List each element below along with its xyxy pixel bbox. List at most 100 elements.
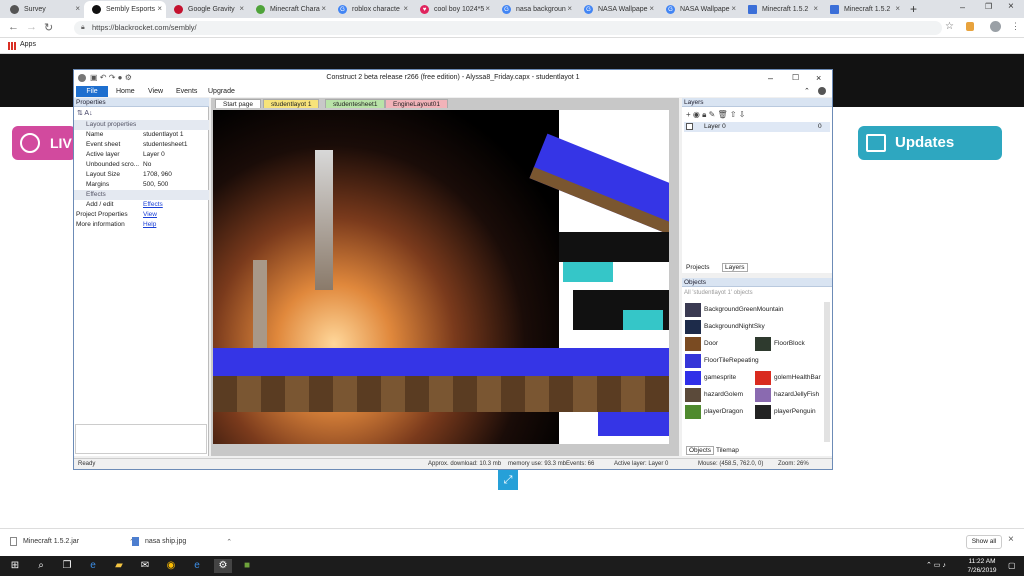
clock-time[interactable]: 11:22 AM	[962, 558, 1002, 565]
extension-icon[interactable]	[966, 22, 974, 31]
object-item[interactable]: BackgroundNightSky	[685, 319, 765, 335]
layout-properties-section[interactable]: Layout properties	[74, 120, 209, 130]
reload-icon[interactable]: ↻	[44, 21, 53, 34]
chevron-up-icon[interactable]: ⌃	[226, 538, 232, 546]
browser-tab[interactable]: ♥ cool boy 1024*5 ×	[412, 1, 494, 18]
prop-row[interactable]: More information Help	[74, 220, 209, 230]
prop-row[interactable]: Active layer Layer 0	[74, 150, 209, 160]
browser-tab[interactable]: Google Gravity ×	[166, 1, 248, 18]
events-tab[interactable]: Events	[176, 86, 197, 97]
close-icon[interactable]: ×	[239, 4, 244, 13]
close-icon[interactable]: ×	[157, 4, 162, 13]
construct-taskbar-icon[interactable]: ⚙	[214, 559, 232, 573]
browser-tab[interactable]: Survey ×	[2, 1, 84, 18]
browser-tab-active[interactable]: Sembly Esports ×	[84, 1, 166, 18]
quick-access-toolbar[interactable]: ▣ ↶ ↷ ● ⚙	[90, 70, 132, 86]
close-icon[interactable]: ×	[649, 4, 654, 13]
doc-tab[interactable]: Start page	[215, 99, 261, 108]
apps-grid-icon[interactable]	[8, 42, 16, 50]
close-icon[interactable]: ×	[485, 4, 490, 13]
ie-icon[interactable]: e	[190, 559, 204, 573]
object-item[interactable]: playerDragon	[685, 404, 743, 420]
maximize-icon[interactable]: ☐	[792, 70, 799, 86]
file-explorer-icon[interactable]: ▰	[112, 559, 126, 573]
close-icon[interactable]: ×	[895, 4, 900, 13]
doc-tab[interactable]: studentesheet1	[325, 99, 386, 108]
object-item[interactable]: FloorTileRepeating	[685, 353, 759, 369]
profile-avatar[interactable]	[990, 21, 1001, 32]
restore-icon[interactable]: ❐	[985, 2, 992, 11]
close-icon[interactable]: ×	[731, 4, 736, 13]
live-button[interactable]: LIV	[12, 126, 76, 160]
view-tab[interactable]: View	[148, 86, 163, 97]
doc-tab[interactable]: EngineLayout01	[385, 99, 448, 108]
collapse-icon[interactable]: ⌃	[804, 87, 810, 95]
task-view-icon[interactable]: ❐	[60, 559, 74, 573]
clock-date[interactable]: 7/26/2019	[962, 567, 1002, 574]
close-downloads-icon[interactable]: ×	[1008, 534, 1014, 545]
layer-row[interactable]: Layer 0 0	[684, 122, 830, 132]
object-item[interactable]: Door	[685, 336, 718, 352]
projects-tab[interactable]: Projects	[686, 264, 709, 271]
mail-icon[interactable]: ✉	[138, 559, 152, 573]
close-icon[interactable]: ×	[567, 4, 572, 13]
back-icon[interactable]: ←	[8, 21, 19, 33]
apps-link[interactable]: Apps	[20, 41, 36, 48]
help-icon[interactable]	[818, 87, 826, 95]
menu-icon[interactable]: ⋮	[1011, 21, 1020, 32]
search-icon[interactable]: ⌕	[34, 559, 48, 573]
download-item[interactable]: Minecraft 1.5.2.jar ⌃	[10, 537, 135, 546]
minecraft-icon[interactable]: ■	[240, 559, 254, 573]
close-icon[interactable]: ×	[403, 4, 408, 13]
effects-link[interactable]: Effects	[143, 200, 163, 210]
windows-start-icon[interactable]: ⊞	[8, 559, 22, 573]
doc-tab-active[interactable]: studentlayot 1	[263, 99, 320, 108]
prop-row[interactable]: Project Properties View	[74, 210, 209, 220]
new-tab-icon[interactable]: +	[910, 2, 917, 16]
browser-tab[interactable]: Minecraft 1.5.2 ×	[822, 1, 904, 18]
objects-tab[interactable]: Objects	[686, 446, 715, 455]
close-icon[interactable]: ×	[813, 4, 818, 13]
notifications-icon[interactable]: ▢	[1008, 561, 1016, 570]
show-all-button[interactable]: Show all	[966, 535, 1002, 549]
browser-tab[interactable]: Minecraft 1.5.2 ×	[740, 1, 822, 18]
minimize-icon[interactable]: –	[768, 70, 773, 86]
layers-tab[interactable]: Layers	[722, 263, 748, 272]
bookmark-star-icon[interactable]: ☆	[945, 21, 954, 32]
fullscreen-expand-icon[interactable]: ⤢	[498, 470, 518, 490]
close-icon[interactable]: ×	[75, 4, 80, 13]
objects-scrollbar[interactable]	[824, 302, 830, 442]
edge-icon[interactable]: e	[86, 559, 100, 573]
upgrade-tab[interactable]: Upgrade	[208, 86, 235, 97]
object-item[interactable]: hazardGolem	[685, 387, 743, 403]
updates-button[interactable]: Updates	[858, 126, 1002, 160]
object-item[interactable]: FloorBlock	[755, 336, 805, 352]
object-item[interactable]: gamesprite	[685, 370, 736, 386]
chrome-icon[interactable]: ◉	[164, 559, 178, 573]
prop-row[interactable]: Unbounded scro... No	[74, 160, 209, 170]
help-link[interactable]: Help	[143, 220, 156, 230]
object-item[interactable]: playerPenguin	[755, 404, 816, 420]
close-icon[interactable]: ×	[816, 70, 821, 86]
object-item[interactable]: golemHealthBar	[755, 370, 821, 386]
close-window-icon[interactable]: ×	[1008, 1, 1014, 12]
objects-filter[interactable]: All 'studentlayot 1' objects	[684, 290, 822, 299]
view-link[interactable]: View	[143, 210, 157, 220]
effects-section[interactable]: Effects	[74, 190, 209, 200]
layout-canvas[interactable]	[213, 110, 669, 444]
browser-tab[interactable]: Minecraft Chara ×	[248, 1, 330, 18]
object-item[interactable]: hazardJellyFish	[755, 387, 819, 403]
browser-tab[interactable]: Groblox characte ×	[330, 1, 412, 18]
tray-icons[interactable]: ⌃ ▭ ♪	[926, 561, 946, 569]
browser-tab[interactable]: G NASA Wallpape ×	[658, 1, 740, 18]
download-item[interactable]: nasa ship.jpg ⌃	[132, 537, 232, 546]
prop-row[interactable]: Add / edit Effects	[74, 200, 209, 210]
url-input[interactable]: 🔒︎ https://blackrocket.com/sembly/	[74, 21, 942, 35]
sort-icon[interactable]: ⇅ A↓	[77, 109, 93, 117]
close-icon[interactable]: ×	[321, 4, 326, 13]
tilemap-tab[interactable]: Tilemap	[716, 447, 739, 454]
prop-row[interactable]: Event sheet studentesheet1	[74, 140, 209, 150]
file-menu[interactable]: File	[76, 86, 108, 97]
browser-tab[interactable]: G NASA Wallpape ×	[576, 1, 658, 18]
prop-row[interactable]: Layout Size 1708, 960	[74, 170, 209, 180]
